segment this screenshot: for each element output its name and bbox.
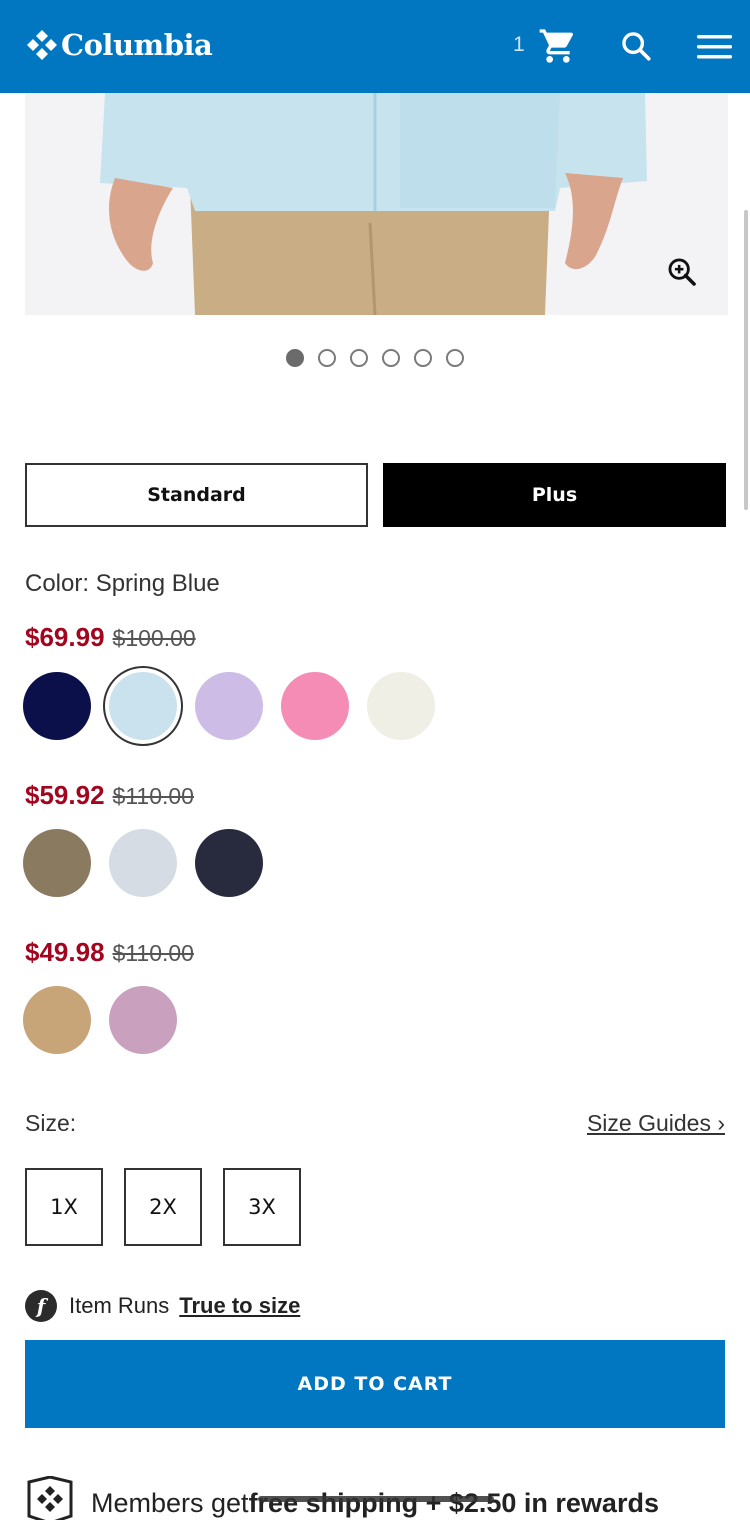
- cart-icon[interactable]: [538, 26, 578, 71]
- size-option-1x[interactable]: 1X: [25, 1168, 103, 1246]
- add-to-cart-button[interactable]: ADD TO CART: [25, 1340, 725, 1428]
- top-nav-bar: Columbia 1: [0, 0, 750, 93]
- fit-standard-button[interactable]: Standard: [25, 463, 368, 527]
- carousel-dot[interactable]: [286, 349, 304, 367]
- original-price: $110.00: [112, 783, 194, 809]
- home-indicator: [258, 1496, 494, 1502]
- search-icon[interactable]: [619, 29, 653, 68]
- color-swatch[interactable]: [195, 672, 263, 740]
- color-swatch[interactable]: [23, 829, 91, 897]
- color-swatch-row: [23, 986, 177, 1054]
- brand-name: Columbia: [61, 28, 213, 62]
- size-option-3x[interactable]: 3X: [223, 1168, 301, 1246]
- fit-predictor: f Item Runs True to size: [25, 1290, 300, 1322]
- color-swatch[interactable]: [195, 829, 263, 897]
- color-swatch[interactable]: [23, 986, 91, 1054]
- carousel-dot[interactable]: [382, 349, 400, 367]
- sale-price: $49.98: [25, 937, 105, 967]
- sale-price: $59.92: [25, 780, 105, 810]
- carousel-dot[interactable]: [446, 349, 464, 367]
- color-swatch[interactable]: [109, 986, 177, 1054]
- size-option-2x[interactable]: 2X: [124, 1168, 202, 1246]
- price-group: $49.98 $110.00: [25, 937, 194, 968]
- fit-plus-button[interactable]: Plus: [383, 463, 726, 527]
- carousel-dot[interactable]: [414, 349, 432, 367]
- carousel-dot[interactable]: [318, 349, 336, 367]
- color-swatch[interactable]: [109, 829, 177, 897]
- rewards-badge-icon: [25, 1475, 75, 1520]
- scrollbar[interactable]: [744, 210, 748, 510]
- size-label: Size:: [25, 1110, 77, 1136]
- original-price: $110.00: [112, 940, 194, 966]
- selected-color-label: Color: Spring Blue: [25, 570, 220, 597]
- price-group: $69.99 $100.00: [25, 622, 196, 653]
- columbia-logo[interactable]: Columbia: [25, 28, 213, 62]
- color-swatch[interactable]: [367, 672, 435, 740]
- fit-predictor-label: Item Runs: [69, 1293, 170, 1318]
- sale-price: $69.99: [25, 622, 105, 652]
- color-swatch[interactable]: [23, 672, 91, 740]
- zoom-in-icon[interactable]: [665, 255, 699, 294]
- hamburger-menu-icon[interactable]: [697, 33, 733, 66]
- members-offer-text: free shipping + $2.50 in rewards: [248, 1488, 659, 1518]
- color-swatch-row: [23, 672, 435, 740]
- size-guides-link[interactable]: Size Guides ›: [587, 1110, 725, 1137]
- fit-predictor-icon: f: [25, 1290, 57, 1322]
- product-image[interactable]: [25, 93, 728, 315]
- columbia-diamond-logo-icon: [25, 28, 59, 62]
- image-carousel-dots: [286, 349, 464, 367]
- members-text: Members get: [91, 1488, 249, 1518]
- carousel-dot[interactable]: [350, 349, 368, 367]
- price-group: $59.92 $110.00: [25, 780, 194, 811]
- color-swatch-selected[interactable]: [109, 672, 177, 740]
- cart-count-badge: 1: [513, 33, 525, 56]
- fit-predictor-link[interactable]: True to size: [179, 1293, 300, 1319]
- color-swatch[interactable]: [281, 672, 349, 740]
- original-price: $100.00: [112, 625, 196, 651]
- color-swatch-row: [23, 829, 263, 897]
